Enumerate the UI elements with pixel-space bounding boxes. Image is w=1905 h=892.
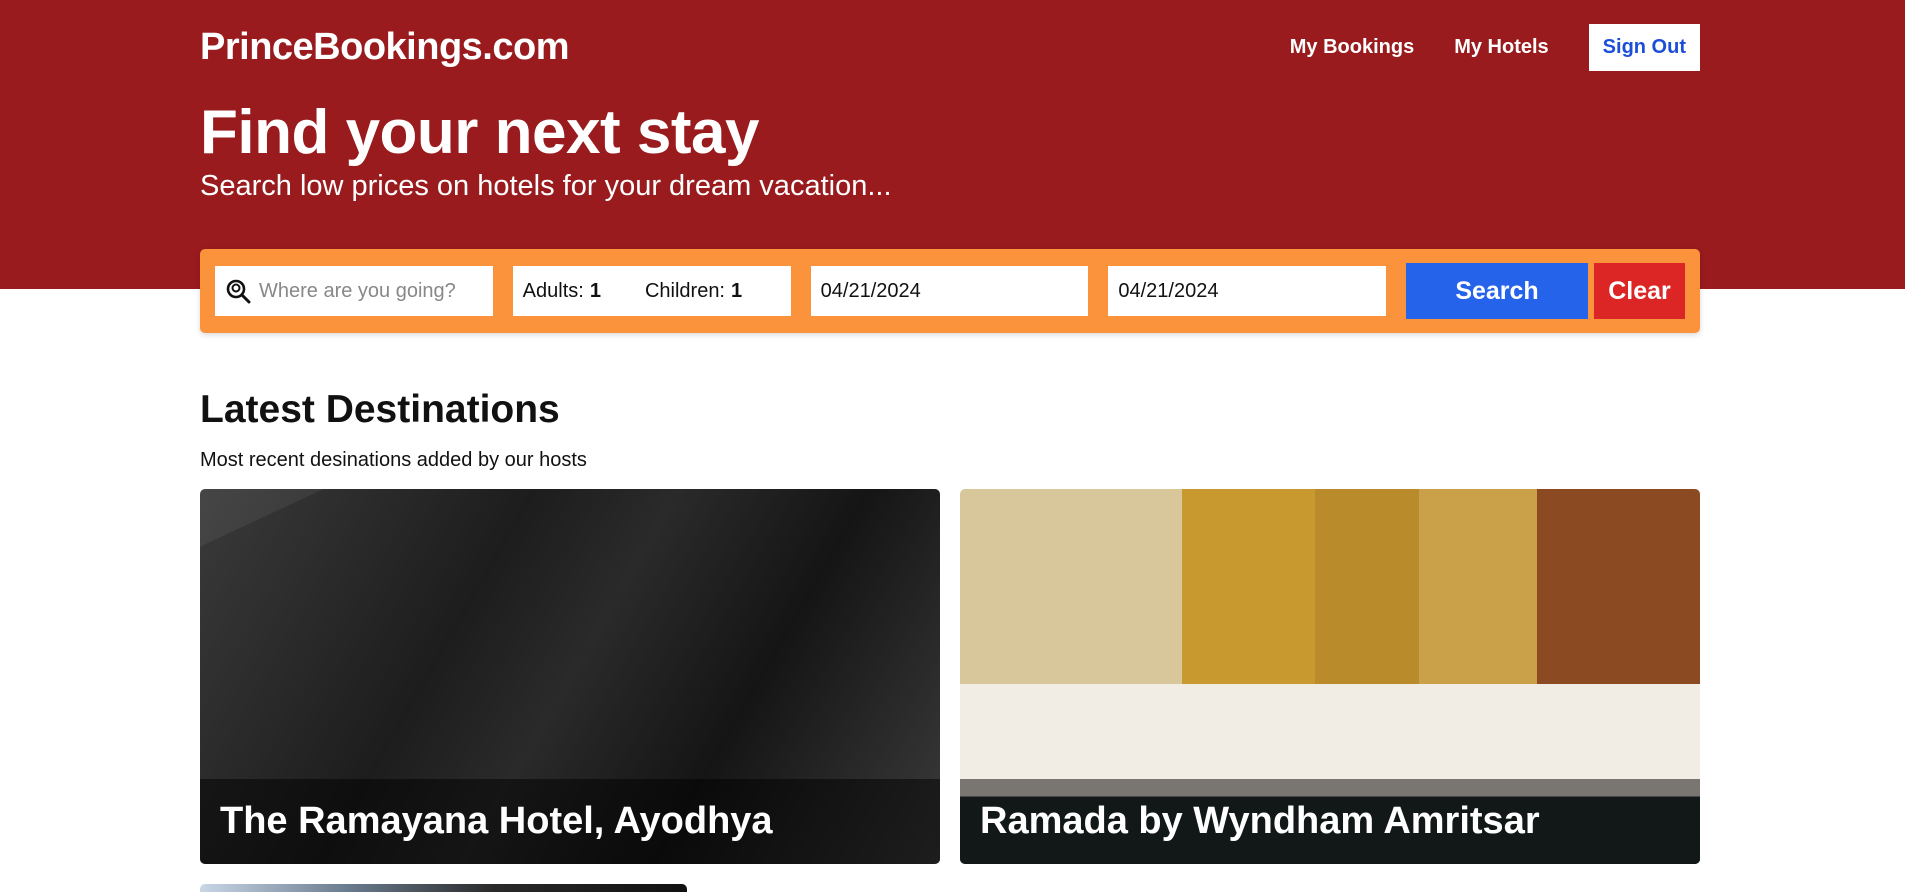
adults-value[interactable]: 1 [590, 280, 601, 303]
clear-button[interactable]: Clear [1594, 263, 1686, 319]
sign-out-button[interactable]: Sign Out [1588, 23, 1700, 71]
my-bookings-link[interactable]: My Bookings [1290, 36, 1414, 59]
hotel-name: Ramada by Wyndham Amritsar [980, 800, 1540, 842]
hero-subtitle: Search low prices on hotels for your dre… [200, 170, 892, 202]
search-button[interactable]: Search [1406, 263, 1589, 319]
adults-label: Adults: [522, 279, 584, 302]
children-group[interactable]: Children: 1 [645, 280, 742, 303]
destination-input[interactable] [259, 279, 483, 303]
search-location-icon [225, 277, 251, 305]
guests-field[interactable]: Adults: 1 Children: 1 [512, 266, 791, 316]
children-value[interactable]: 1 [731, 280, 742, 303]
check-in-date[interactable]: 04/21/2024 [821, 280, 921, 303]
hotel-name: The Ramayana Hotel, Ayodhya [220, 800, 773, 842]
check-out-field[interactable]: 04/21/2024 [1108, 266, 1387, 316]
section-title: Latest Destinations [200, 388, 560, 431]
check-out-date[interactable]: 04/21/2024 [1118, 280, 1218, 303]
children-label: Children: [644, 279, 725, 302]
destination-card-partial[interactable] [200, 884, 687, 892]
latest-destinations-header: Latest Destinations Most recent desinati… [200, 385, 1700, 472]
destination-card[interactable]: The Ramayana Hotel, Ayodhya [200, 489, 940, 864]
hero-text: Find your next stay Search low prices on… [200, 98, 1700, 203]
destination-card[interactable]: Ramada by Wyndham Amritsar [960, 489, 1700, 864]
search-actions: Search Clear [1406, 263, 1686, 319]
nav-links: My Bookings My Hotels Sign Out [1290, 23, 1700, 71]
top-nav: PrinceBookings.com My Bookings My Hotels… [200, 22, 1700, 72]
search-bar: Adults: 1 Children: 1 04/21/2024 04/21/2… [200, 249, 1700, 333]
card-caption: The Ramayana Hotel, Ayodhya [200, 779, 940, 864]
adults-group[interactable]: Adults: 1 [523, 280, 601, 303]
destination-cards: The Ramayana Hotel, Ayodhya Ramada by Wy… [200, 489, 1700, 864]
destination-field[interactable] [215, 266, 493, 316]
hero-title: Find your next stay [200, 98, 759, 167]
section-subtitle: Most recent desinations added by our hos… [200, 449, 587, 471]
card-caption: Ramada by Wyndham Amritsar [960, 779, 1700, 864]
check-in-field[interactable]: 04/21/2024 [810, 266, 1089, 316]
site-logo[interactable]: PrinceBookings.com [200, 26, 569, 69]
my-hotels-link[interactable]: My Hotels [1454, 36, 1548, 59]
